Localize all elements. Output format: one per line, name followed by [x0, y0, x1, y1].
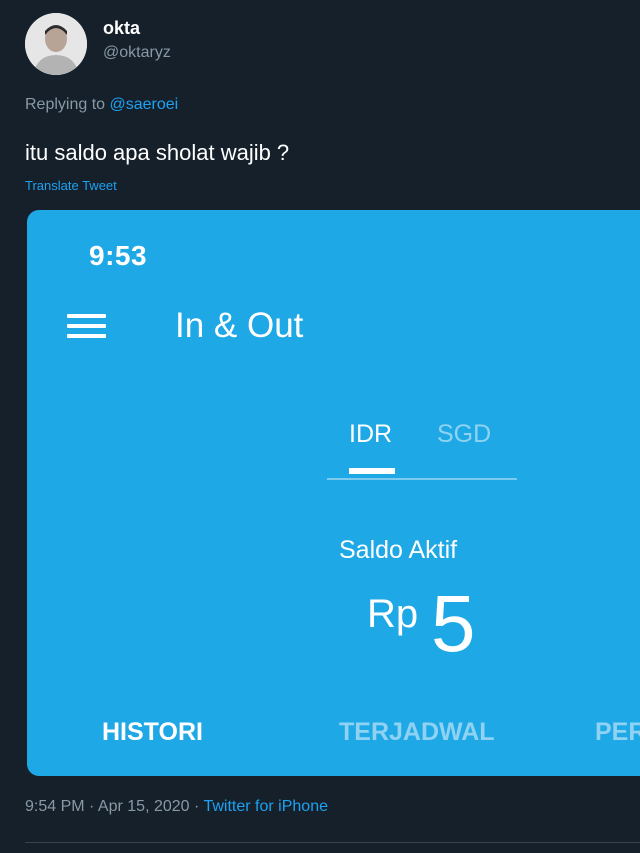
app-title: In & Out — [175, 306, 304, 345]
divider — [25, 842, 640, 843]
currency-tab-sgd: SGD — [437, 420, 492, 448]
currency-prefix: Rp — [367, 592, 419, 636]
tweet-source-link[interactable]: Twitter for iPhone — [203, 798, 328, 815]
tweet-text: itu saldo apa sholat wajib ? — [25, 140, 290, 165]
tweet-meta: 9:54 PM · Apr 15, 2020 · Twitter for iPh… — [25, 798, 328, 816]
status-bar-time: 9:53 — [89, 240, 148, 271]
tab-per: PER — [595, 718, 640, 746]
display-name[interactable]: okta — [103, 18, 140, 39]
tab-terjadwal: TERJADWAL — [339, 718, 495, 746]
currency-tab-idr: IDR — [349, 420, 393, 448]
currency-tab-divider — [327, 478, 517, 480]
balance-label: Saldo Aktif — [339, 536, 458, 564]
balance-value: 5 — [431, 579, 476, 668]
avatar-photo — [25, 13, 87, 75]
replying-to-link[interactable]: @saeroei — [110, 96, 179, 113]
user-handle[interactable]: @oktaryz — [103, 44, 171, 62]
hamburger-menu-icon — [67, 314, 107, 340]
replying-prefix: Replying to — [25, 96, 106, 113]
currency-tab-indicator — [349, 468, 395, 474]
replying-to: Replying to @saeroei — [25, 96, 178, 114]
tab-histori: HISTORI — [102, 718, 203, 746]
avatar[interactable] — [25, 13, 87, 75]
meta-separator: · — [189, 798, 204, 815]
tweet-timestamp[interactable]: 9:54 PM · Apr 15, 2020 — [25, 798, 190, 815]
tweet-media-image[interactable]: 9:53 In & Out IDR SGD Saldo Aktif Rp 5 H… — [27, 210, 640, 776]
translate-tweet-link[interactable]: Translate Tweet — [25, 178, 117, 193]
tweet: okta @oktaryz Replying to @saeroei itu s… — [0, 0, 640, 853]
